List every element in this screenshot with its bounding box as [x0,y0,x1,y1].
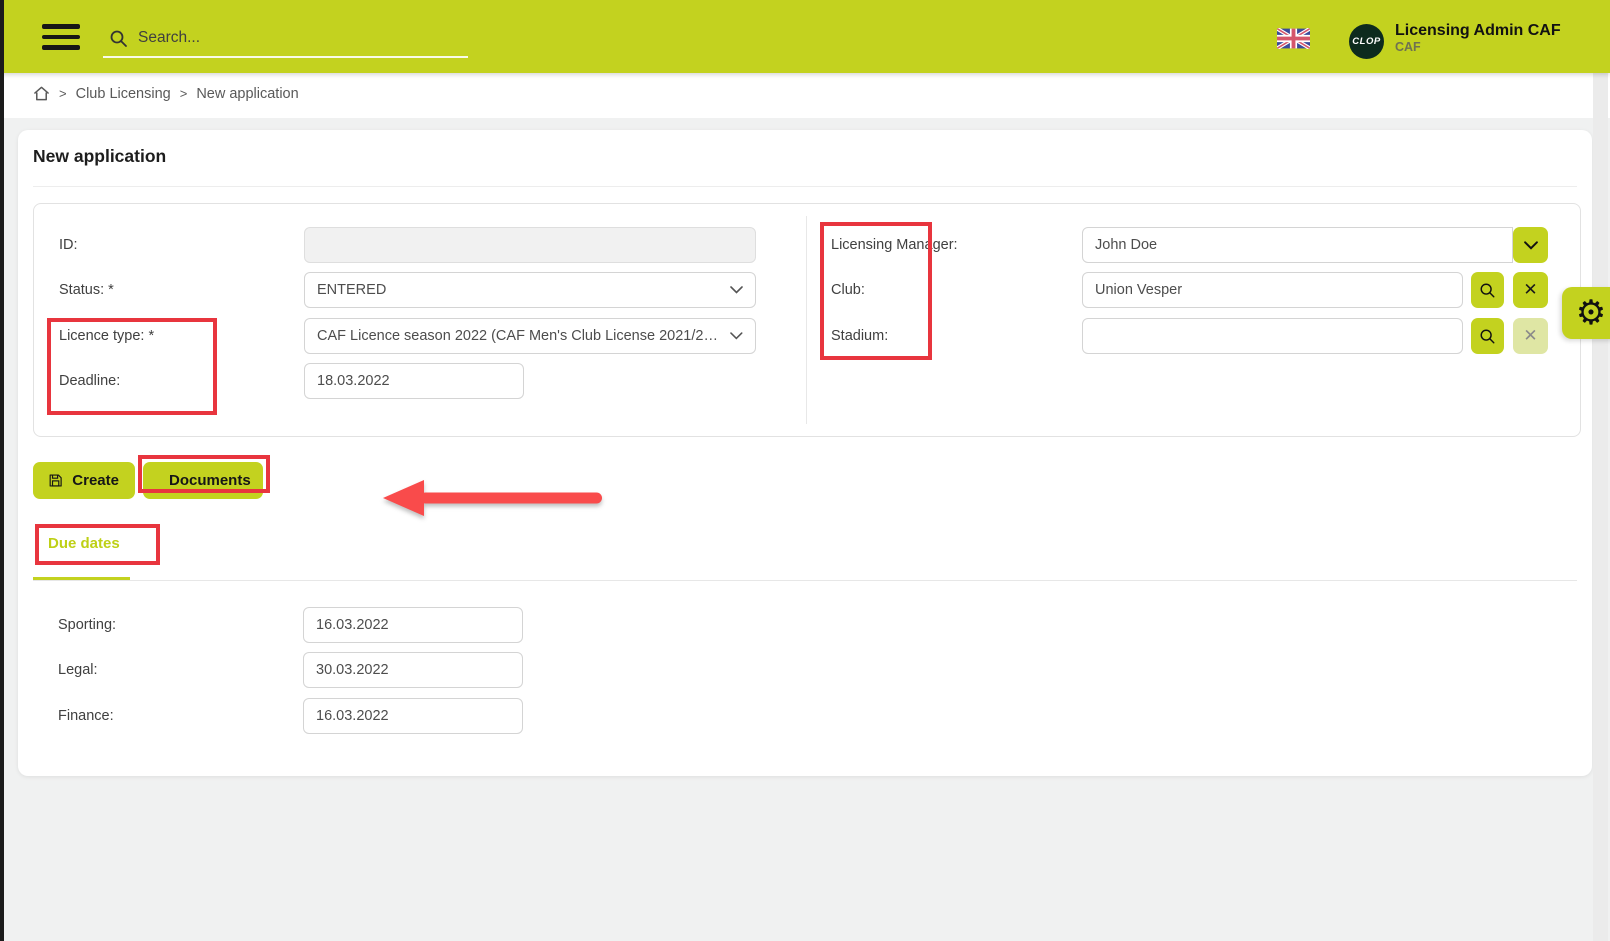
hamburger-menu-icon[interactable] [42,24,80,51]
close-icon: ✕ [1523,280,1537,300]
header-search [103,20,468,58]
club-input[interactable] [1095,282,1450,298]
app-logo[interactable]: CLOP [1349,24,1384,59]
stadium-label: Stadium: [831,328,888,344]
deadline-input[interactable] [317,373,511,389]
club-clear-button[interactable]: ✕ [1513,272,1548,308]
sporting-date-input[interactable] [316,617,510,633]
application-form-panel: ID: Status: * ENTERED Licence type: * CA… [33,203,1581,437]
legal-date-input[interactable] [316,662,510,678]
licensing-manager-dropdown-button[interactable] [1513,227,1548,263]
title-separator [33,186,1577,187]
chevron-down-icon [1524,241,1538,250]
window-left-edge [0,0,4,941]
licence-type-label: Licence type: * [59,328,154,344]
main-card: New application ID: Status: * ENTERED Li… [18,130,1592,776]
search-icon [109,29,128,48]
user-org: CAF [1395,40,1561,55]
app-root: CLOP Licensing Admin CAF CAF > Club Lice… [0,0,1610,941]
legal-date-field[interactable] [303,652,523,688]
chevron-down-icon [730,332,743,340]
breadcrumb: > Club Licensing > New application [33,85,299,102]
id-input [317,237,743,253]
id-field [304,227,756,263]
deadline-label: Deadline: [59,373,120,389]
breadcrumb-current: New application [196,86,298,102]
sporting-label: Sporting: [58,617,288,633]
home-icon[interactable] [33,85,50,102]
search-icon [1479,282,1496,299]
user-name: Licensing Admin CAF [1395,21,1561,40]
legal-label: Legal: [58,662,288,678]
app-logo-text: CLOP [1352,36,1380,47]
gear-icon: ⚙ [1576,296,1606,330]
licensing-manager-input[interactable] [1095,237,1500,253]
deadline-field[interactable] [304,363,524,399]
settings-gear-button[interactable]: ⚙ [1562,287,1610,339]
save-icon [49,472,62,489]
stadium-search-button[interactable] [1471,318,1504,354]
licensing-manager-field[interactable] [1082,227,1513,263]
create-button-label: Create [72,472,119,489]
user-info[interactable]: Licensing Admin CAF CAF [1395,21,1561,55]
club-field[interactable] [1082,272,1463,308]
breadcrumb-separator: > [59,86,67,101]
page-title: New application [33,146,166,167]
licence-type-select[interactable]: CAF Licence season 2022 (CAF Men's Club … [304,318,756,354]
club-search-button[interactable] [1471,272,1504,308]
sporting-date-field[interactable] [303,607,523,643]
status-select[interactable]: ENTERED [304,272,756,308]
search-input[interactable] [138,29,438,47]
close-icon: ✕ [1523,326,1537,346]
breadcrumb-bar: > Club Licensing > New application [0,73,1610,118]
stadium-field[interactable] [1082,318,1463,354]
form-column-divider [806,216,807,424]
licensing-manager-label: Licensing Manager: [831,237,958,253]
stadium-clear-button-disabled: ✕ [1513,318,1548,354]
scrollbar-track[interactable] [1593,73,1608,941]
licence-type-value: CAF Licence season 2022 (CAF Men's Club … [317,328,722,344]
chevron-down-icon [730,286,743,294]
create-button[interactable]: Create [33,462,135,499]
top-header: CLOP Licensing Admin CAF CAF [0,0,1610,73]
language-flag-icon[interactable] [1277,28,1310,49]
tab-bar-line [33,580,1577,581]
documents-button-label: Documents [169,472,251,489]
finance-date-field[interactable] [303,698,523,734]
breadcrumb-club-licensing[interactable]: Club Licensing [76,86,171,102]
tab-due-dates[interactable]: Due dates [48,535,120,552]
documents-button[interactable]: Documents [143,462,263,499]
id-label: ID: [59,237,78,253]
club-label: Club: [831,282,865,298]
status-value: ENTERED [317,282,386,298]
finance-label: Finance: [58,708,288,724]
finance-date-input[interactable] [316,708,510,724]
breadcrumb-separator: > [180,86,188,101]
search-icon [1479,328,1496,345]
status-label: Status: * [59,282,114,298]
stadium-input[interactable] [1095,328,1450,344]
